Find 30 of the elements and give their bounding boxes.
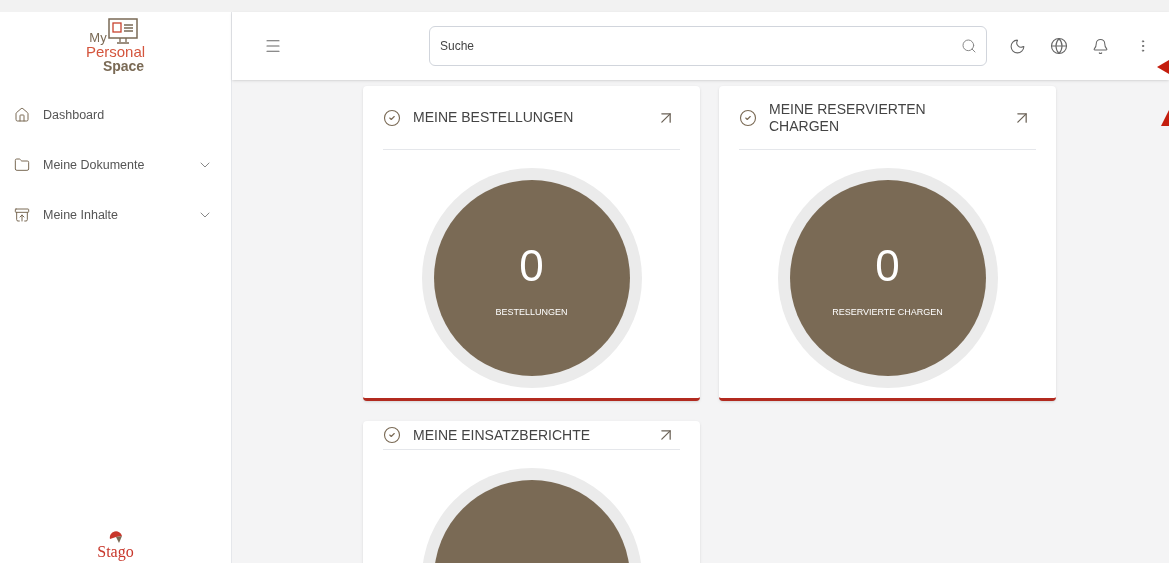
logo-text: My: [89, 31, 107, 44]
logo-text: Personal: [85, 44, 146, 59]
sidebar-item[interactable]: Meine Inhalte: [0, 190, 231, 240]
pointer-arrow-icon: [1161, 110, 1169, 126]
folder-icon: [14, 157, 30, 173]
pointer-arrow-icon: [1157, 60, 1169, 74]
bell-icon: [1092, 37, 1109, 55]
check-circle-icon: [383, 426, 401, 444]
sidebar-item[interactable]: Meine Dokumente: [0, 140, 231, 190]
search-field[interactable]: Suche: [429, 26, 987, 66]
globe-icon: [1050, 37, 1068, 55]
counter-value: 0: [875, 244, 900, 289]
counter-label: BESTELLUNGEN: [495, 306, 568, 320]
moon-icon: [1009, 37, 1026, 55]
logo-text: Stago: [97, 543, 134, 561]
menu-icon: [264, 37, 282, 55]
monitor-icon: [107, 18, 138, 44]
card-title: MEINE BESTELLUNGEN: [413, 109, 575, 126]
check-circle-icon: [383, 108, 401, 127]
home-icon: [14, 107, 30, 123]
archive-icon: [14, 207, 30, 223]
search-icon: [961, 38, 977, 54]
sidebar-item[interactable]: Dashboard: [0, 90, 231, 140]
logo-text: Space: [102, 59, 145, 73]
card-title: MEINE RESERVIERTEN CHARGEN: [769, 100, 927, 135]
counter-label: RESERVIERTE CHARGEN: [832, 306, 943, 320]
card-title: MEINE EINSATZBERICHTE: [413, 426, 592, 444]
check-circle-icon: [739, 108, 757, 127]
counter-value: 0: [519, 244, 544, 289]
logo-mark-icon: [108, 531, 123, 543]
